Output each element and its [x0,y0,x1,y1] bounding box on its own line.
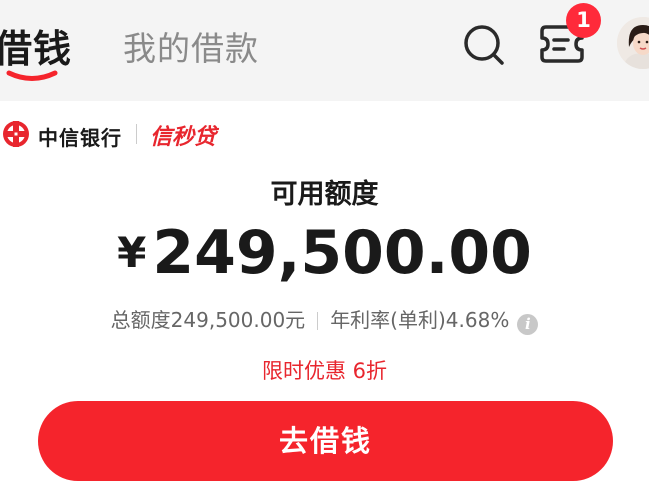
info-icon[interactable]: i [517,314,539,335]
loan-screen: 借钱 我的借款 1 中信银行 信秒贷 可用额度 ¥ 249,500.00 总额度… [0,0,649,498]
citic-bank-logo-icon [3,121,29,147]
available-credit-label: 可用额度 [270,179,379,210]
promo-discount-text: 限时优惠 6折 [261,359,388,383]
credit-amount-value: 249,500.00 [152,218,532,288]
tab-active-indicator [6,70,58,81]
search-icon[interactable] [460,21,508,69]
brand-divider [136,124,137,144]
top-header: 借钱 我的借款 1 [0,0,649,100]
credit-info-row: 总额度249,500.00元 年利率(单利)4.68% i [0,304,649,335]
currency-symbol: ¥ [117,228,147,277]
tab-borrow[interactable]: 借钱 [0,18,72,73]
product-name: 信秒贷 [150,125,217,150]
avatar-image [617,17,649,69]
interest-rate-text: 年利率(单利)4.68% [330,308,510,332]
avatar[interactable] [617,17,649,69]
message-badge: 1 [566,3,601,38]
bank-name: 中信银行 [38,126,122,150]
tab-my-loans[interactable]: 我的借款 [123,22,259,70]
borrow-button[interactable]: 去借钱 [38,401,613,481]
info-divider [317,312,319,330]
available-credit-amount: ¥249,500.00 [0,218,649,288]
total-limit-text: 总额度249,500.00元 [110,308,306,332]
